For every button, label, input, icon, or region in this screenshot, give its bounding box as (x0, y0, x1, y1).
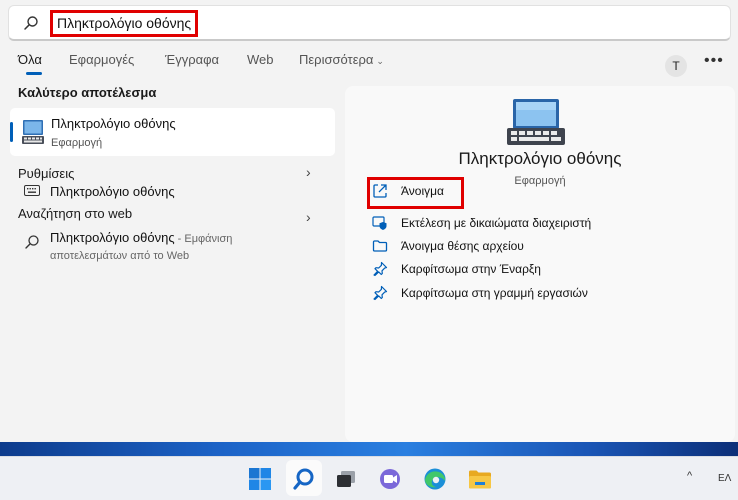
pin-icon (373, 285, 388, 301)
web-search-suffix: - Εμφάνιση (174, 233, 233, 245)
file-explorer-icon[interactable] (466, 465, 494, 493)
folder-icon (372, 240, 388, 252)
tab-more[interactable]: Περισσότερα ⌄ (299, 52, 384, 67)
best-match-result[interactable]: Πληκτρολόγιο οθόνης Εφαρμογή (10, 108, 335, 156)
user-avatar[interactable]: T (665, 55, 687, 77)
search-icon (25, 235, 39, 249)
keyboard-icon (24, 185, 40, 196)
chevron-right-icon[interactable]: › (306, 164, 311, 180)
edge-browser-icon[interactable] (421, 465, 449, 493)
web-search-query: Πληκτρολόγιο οθόνης (50, 230, 175, 245)
details-title: Πληκτρολόγιο οθόνης (458, 149, 622, 168)
active-tab-indicator (26, 72, 42, 75)
tab-more-label: Περισσότερα (299, 52, 374, 67)
settings-result[interactable]: Πληκτρολόγιο οθόνης (50, 184, 175, 199)
action-pin-to-start-label: Καρφίτσωμα στην Έναρξη (401, 262, 541, 276)
search-icon[interactable] (290, 465, 318, 493)
start-search-panel: Πληκτρολόγιο οθόνης Όλα Εφαρμογές Έγγραφ… (0, 0, 738, 442)
more-options-button[interactable]: ••• (704, 52, 724, 70)
chevron-right-icon[interactable]: › (306, 209, 311, 225)
pin-icon (373, 261, 388, 277)
on-screen-keyboard-icon (22, 120, 44, 144)
windows-start-icon[interactable] (246, 465, 274, 493)
taskbar: ^ ΕΛ (0, 456, 738, 500)
settings-heading: Ρυθμίσεις (18, 166, 75, 181)
search-icon (24, 16, 38, 30)
on-screen-keyboard-icon (507, 99, 565, 145)
chevron-down-icon: ⌄ (376, 56, 384, 66)
selection-indicator (10, 122, 13, 142)
teams-chat-icon[interactable] (376, 465, 404, 493)
best-match-heading: Καλύτερο αποτέλεσμα (18, 85, 157, 100)
best-match-title: Πληκτρολόγιο οθόνης (51, 116, 176, 131)
web-search-result[interactable]: Πληκτρολόγιο οθόνης - Εμφάνιση (50, 230, 232, 245)
best-match-subtitle: Εφαρμογή (51, 137, 103, 149)
task-view-icon[interactable] (332, 465, 360, 493)
tab-web[interactable]: Web (247, 52, 274, 67)
input-language-indicator[interactable]: ΕΛ (718, 473, 731, 484)
shield-icon (372, 216, 387, 230)
highlight-box (367, 177, 464, 209)
desktop-wallpaper-strip (0, 442, 738, 456)
action-open-file-location-label: Άνοιγμα θέσης αρχείου (401, 239, 524, 253)
tab-apps[interactable]: Εφαρμογές (69, 52, 134, 67)
show-hidden-icons-button[interactable]: ^ (687, 470, 692, 482)
web-search-subtext: αποτελεσμάτων από το Web (50, 250, 190, 262)
tab-documents[interactable]: Έγγραφα (165, 52, 219, 67)
search-box[interactable]: Πληκτρολόγιο οθόνης (8, 5, 731, 41)
tab-all[interactable]: Όλα (18, 52, 42, 67)
filter-tabs: Όλα Εφαρμογές Έγγραφα Web Περισσότερα ⌄ (0, 48, 738, 78)
search-input[interactable]: Πληκτρολόγιο οθόνης (50, 10, 199, 37)
web-search-heading: Αναζήτηση στο web (18, 206, 133, 221)
action-pin-to-taskbar-label: Καρφίτσωμα στη γραμμή εργασιών (401, 286, 588, 300)
action-run-as-admin-label: Εκτέλεση με δικαιώματα διαχειριστή (401, 216, 592, 230)
